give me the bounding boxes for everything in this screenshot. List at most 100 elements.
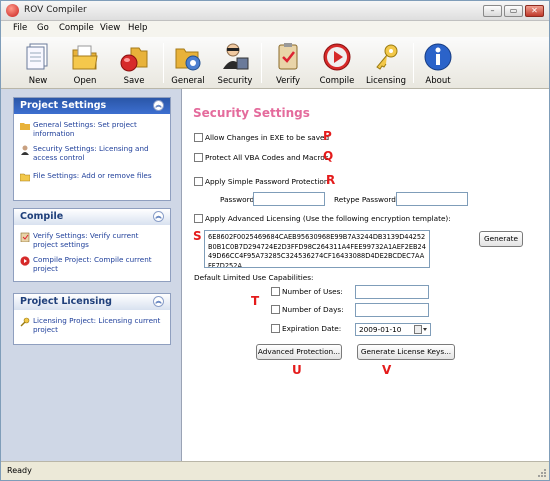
page-title: Security Settings <box>193 106 310 120</box>
sidebar-item-label: File Settings: Add or remove files <box>33 171 152 180</box>
title-bar[interactable]: ROV Compiler – ▭ ✕ <box>1 1 549 21</box>
marker-r: R <box>326 173 336 187</box>
toolbar-verify-button[interactable]: Verify <box>265 40 311 88</box>
resize-grip-icon[interactable] <box>537 468 547 478</box>
app-logo-icon <box>6 4 19 17</box>
protect-vba-label: Protect All VBA Codes and Macros <box>205 153 329 162</box>
toolbar-new-button[interactable]: New <box>15 40 61 88</box>
toolbar-save-button[interactable]: Save <box>111 40 157 88</box>
panel-project-licensing-header[interactable]: Project Licensing ︽ <box>14 294 170 310</box>
toolbar-open-label: Open <box>73 76 97 86</box>
number-of-days-field[interactable] <box>355 303 429 317</box>
toolbar-new-label: New <box>28 76 48 86</box>
about-info-icon <box>424 43 452 71</box>
menu-file[interactable]: File <box>13 23 27 33</box>
number-of-days-label: Number of Days: <box>282 305 344 314</box>
status-bar: Ready <box>1 461 549 480</box>
sidebar-item-security-settings[interactable]: Security Settings: Licensing and access … <box>14 141 170 165</box>
calendar-dropdown-icon[interactable] <box>414 325 428 334</box>
sidebar-item-verify-settings[interactable]: Verify Settings: Verify current project … <box>14 228 170 252</box>
allow-changes-checkbox[interactable] <box>194 133 203 142</box>
toolbar-separator <box>163 43 164 83</box>
verify-clipboard-icon <box>278 43 298 70</box>
sidebar-item-file-settings[interactable]: File Settings: Add or remove files <box>14 168 170 183</box>
simple-password-checkbox[interactable] <box>194 177 203 186</box>
general-settings-icon <box>20 123 30 130</box>
toolbar-security-button[interactable]: Security <box>212 40 258 88</box>
sidebar: Project Settings ︽ General Settings: Set… <box>1 89 181 461</box>
sidebar-item-label: Compile Project: Compile current project <box>33 255 152 273</box>
chevron-up-icon[interactable]: ︽ <box>153 100 164 111</box>
advanced-protection-button[interactable]: Advanced Protection... <box>256 344 342 360</box>
password-label: Password: <box>220 195 257 204</box>
marker-u: U <box>292 363 302 377</box>
sidebar-item-general-settings[interactable]: General Settings: Set project informatio… <box>14 117 170 141</box>
chevron-up-icon[interactable]: ︽ <box>153 296 164 307</box>
close-button[interactable]: ✕ <box>525 5 544 17</box>
panel-title: Compile <box>20 211 64 222</box>
marker-p: P <box>323 129 332 143</box>
verify-clipboard-icon <box>20 232 30 242</box>
expiration-date-picker[interactable]: 2009-01-10 <box>355 323 431 336</box>
save-icon <box>120 47 148 72</box>
file-folder-icon <box>20 173 30 182</box>
compile-play-icon <box>20 256 30 266</box>
date-value: 2009-01-10 <box>359 325 402 334</box>
toolbar-compile-button[interactable]: Compile <box>314 40 360 88</box>
security-agent-icon <box>223 43 249 70</box>
panel-project-licensing: Project Licensing ︽ Licensing Project: L… <box>13 293 171 345</box>
toolbar-licensing-label: Licensing <box>366 76 406 86</box>
toolbar-separator <box>413 43 414 83</box>
simple-password-label: Apply Simple Password Protection <box>205 177 329 186</box>
sidebar-item-label: Licensing Project: Licensing current pro… <box>33 316 161 334</box>
menu-go[interactable]: Go <box>37 23 49 33</box>
generate-button[interactable]: Generate <box>479 231 523 247</box>
retype-password-field[interactable] <box>396 192 468 206</box>
toolbar-separator <box>261 43 262 83</box>
default-capabilities-label: Default Limited Use Capabilities: <box>194 273 314 282</box>
panel-compile: Compile ︽ Verify Settings: Verify curren… <box>13 208 171 282</box>
sidebar-item-label: Security Settings: Licensing and access … <box>33 144 149 162</box>
toolbar-general-button[interactable]: General <box>165 40 211 88</box>
protect-vba-checkbox[interactable] <box>194 153 203 162</box>
password-field[interactable] <box>253 192 325 206</box>
chevron-up-icon[interactable]: ︽ <box>153 211 164 222</box>
marker-s: S <box>193 229 202 243</box>
security-settings-page: Security Settings Allow Changes in EXE t… <box>181 89 549 461</box>
sidebar-item-label: General Settings: Set project informatio… <box>33 120 137 138</box>
minimize-button[interactable]: – <box>483 5 502 17</box>
menu-help[interactable]: Help <box>128 23 147 33</box>
maximize-button[interactable]: ▭ <box>504 5 523 17</box>
toolbar-save-label: Save <box>123 76 145 86</box>
number-of-uses-field[interactable] <box>355 285 429 299</box>
encryption-template-textarea[interactable]: 6E8602F0025469684CAEB95630968E99B7A3244D… <box>204 230 430 268</box>
security-agent-icon <box>21 145 29 155</box>
advanced-licensing-label: Apply Advanced Licensing (Use the follow… <box>205 214 451 223</box>
toolbar-licensing-button[interactable]: Licensing <box>363 40 409 88</box>
expiration-date-checkbox[interactable] <box>271 324 280 333</box>
allow-changes-label: Allow Changes in EXE to be saved <box>205 133 330 142</box>
panel-project-settings-header[interactable]: Project Settings ︽ <box>14 98 170 114</box>
number-of-uses-checkbox[interactable] <box>271 287 280 296</box>
toolbar-about-label: About <box>425 76 451 86</box>
panel-title: Project Settings <box>20 100 107 111</box>
licensing-keys-icon <box>376 44 398 70</box>
expiration-date-label: Expiration Date: <box>282 324 342 333</box>
toolbar-open-button[interactable]: Open <box>62 40 108 88</box>
sidebar-item-licensing-project[interactable]: Licensing Project: Licensing current pro… <box>14 313 170 337</box>
advanced-licensing-checkbox[interactable] <box>194 214 203 223</box>
marker-v: V <box>382 363 392 377</box>
toolbar-about-button[interactable]: About <box>415 40 461 88</box>
retype-password-label: Retype Password: <box>334 195 399 204</box>
menu-view[interactable]: View <box>100 23 120 33</box>
panel-title: Project Licensing <box>20 296 112 307</box>
panel-compile-header[interactable]: Compile ︽ <box>14 209 170 225</box>
generate-license-keys-button[interactable]: Generate License Keys... <box>357 344 455 360</box>
number-of-days-checkbox[interactable] <box>271 305 280 314</box>
general-settings-icon <box>175 48 201 71</box>
number-of-uses-label: Number of Uses: <box>282 287 343 296</box>
status-text: Ready <box>7 466 32 475</box>
marker-t: T <box>251 294 260 308</box>
menu-compile[interactable]: Compile <box>59 23 94 33</box>
sidebar-item-compile-project[interactable]: Compile Project: Compile current project <box>14 252 170 276</box>
